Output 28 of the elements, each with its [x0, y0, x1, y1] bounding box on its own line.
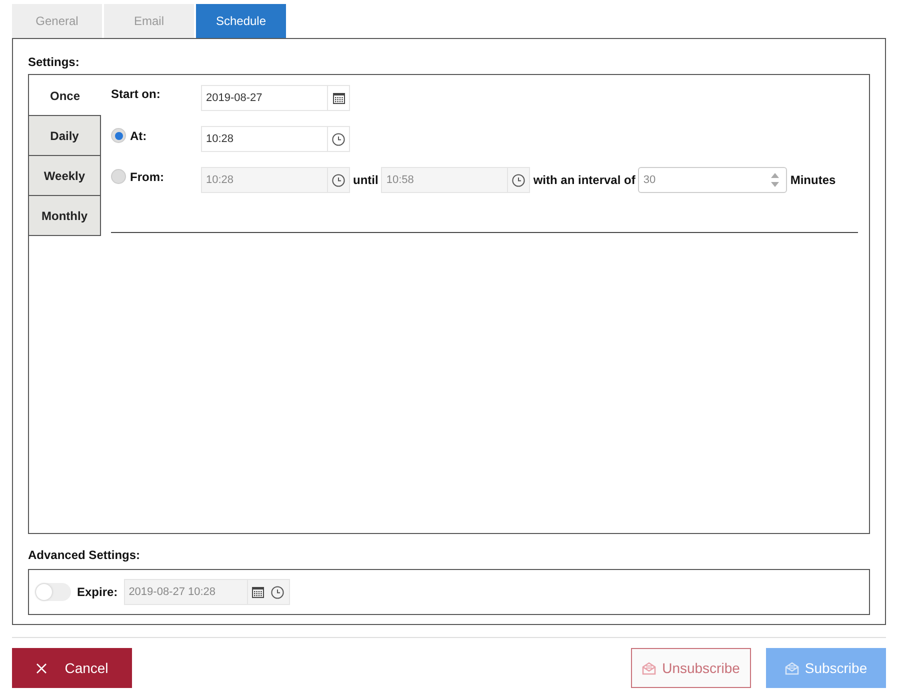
radio-button[interactable]	[111, 128, 126, 143]
field-label: until	[353, 173, 378, 187]
input-field[interactable]: 10:28	[201, 126, 350, 152]
envelope-icon	[784, 661, 799, 675]
tab[interactable]: Email	[104, 4, 194, 38]
unit-label: Minutes	[790, 173, 836, 187]
clock-icon[interactable]	[271, 586, 284, 599]
close-icon	[36, 662, 47, 674]
envelope-icon	[642, 661, 656, 675]
tab[interactable]: General	[12, 4, 102, 38]
section-title: Advanced Settings:	[28, 548, 140, 562]
clock-icon[interactable]	[332, 132, 345, 146]
field-label: From:	[130, 170, 164, 184]
calendar-icon[interactable]	[332, 92, 344, 104]
field-label: Start on:	[111, 87, 160, 101]
field-label: At:	[130, 128, 147, 142]
calendar-icon[interactable]	[252, 586, 264, 598]
toggle-switch[interactable]	[35, 583, 71, 602]
field-label: with an interval of	[533, 173, 636, 187]
cancel-button[interactable]: Cancel	[12, 648, 132, 688]
input-field[interactable]: 2019-08-27	[201, 85, 350, 111]
frequency-tab[interactable]: Weekly	[29, 155, 101, 196]
tab[interactable]: Schedule	[196, 4, 286, 38]
frequency-tab[interactable]: Daily	[29, 115, 101, 156]
section-title: Settings:	[28, 55, 80, 69]
input-field[interactable]: 2019-08-27 10:28	[124, 579, 290, 606]
frequency-tab[interactable]: Monthly	[29, 195, 101, 236]
field-label: Expire:	[77, 585, 118, 600]
